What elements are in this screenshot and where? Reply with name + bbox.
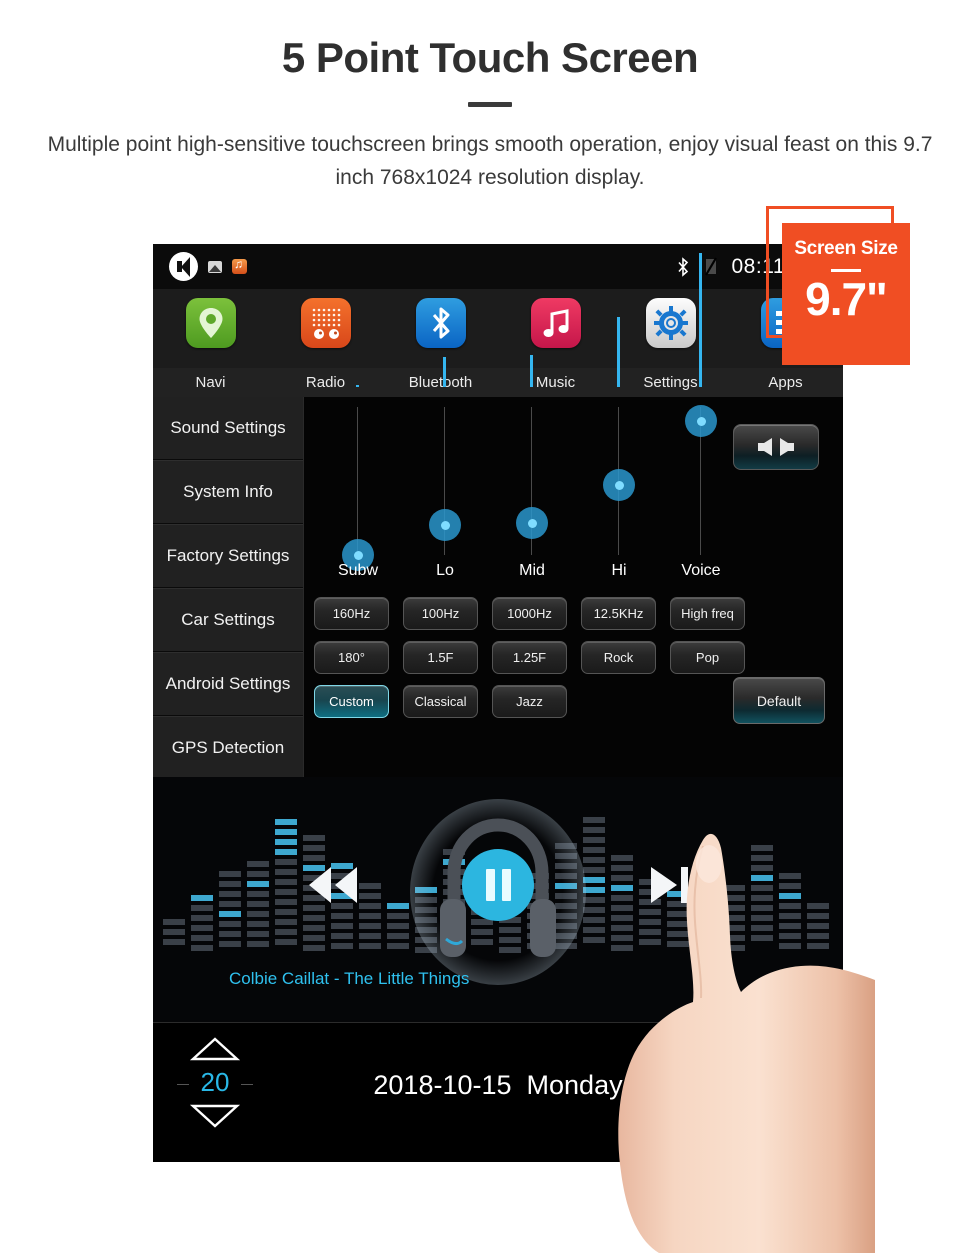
default-button[interactable]: Default <box>733 677 825 724</box>
settings-panel: Sound Settings System Info Factory Setti… <box>153 253 843 780</box>
equalizer-sliders: Subw Lo Mid Hi Voice <box>304 253 843 587</box>
screen-size-badge: Screen Size 9.7" <box>766 206 914 366</box>
pause-icon <box>501 869 511 901</box>
bluetooth-icon <box>677 256 688 277</box>
music-note-icon <box>530 298 581 348</box>
settings-sidebar: Sound Settings System Info Factory Setti… <box>153 397 304 780</box>
slider-track <box>357 407 358 555</box>
dock-label-settings: Settings <box>643 374 698 391</box>
speaker-icon[interactable] <box>169 252 198 281</box>
dock-label-apps: Apps <box>768 374 803 391</box>
pause-icon <box>485 869 495 901</box>
preset-180deg[interactable]: 180° <box>314 641 389 674</box>
date-display: 2018-10-15 Monday <box>153 1070 843 1101</box>
sidebar-item-sound-settings[interactable]: Sound Settings <box>153 397 303 460</box>
system-nav-buttons <box>761 1031 825 1144</box>
dock-label-music: Music <box>535 374 576 391</box>
slider-fill <box>530 355 533 387</box>
preset-row-2: 180° 1.5F 1.25F Rock Pop <box>314 641 833 674</box>
preset-1-5f[interactable]: 1.5F <box>403 641 478 674</box>
track-title: Colbie Caillat - The Little Things <box>229 969 470 988</box>
page-title: 5 Point Touch Screen <box>281 34 699 81</box>
slider-thumb[interactable] <box>516 507 548 539</box>
dock-item-radio[interactable] <box>268 289 383 348</box>
preset-row-1: 160Hz 100Hz 1000Hz 12.5KHz High freq <box>314 597 833 630</box>
sidebar-item-factory-settings[interactable]: Factory Settings <box>153 524 303 588</box>
badge-label: Screen Size <box>794 238 898 259</box>
play-pause-button[interactable] <box>462 849 534 921</box>
slider-fill <box>699 253 702 387</box>
slider-label-mid: Mid <box>519 562 545 579</box>
slider-thumb[interactable] <box>685 405 717 437</box>
bottom-bar: 20 2018-10-15 Monday <box>153 1022 843 1162</box>
preset-high-freq[interactable]: High freq <box>670 597 745 630</box>
nav-divider <box>762 1086 824 1087</box>
gear-icon <box>645 298 696 348</box>
status-bar: 08:11 <box>153 244 843 289</box>
dock-item-bluetooth[interactable] <box>383 289 498 348</box>
sidebar-item-gps-detection[interactable]: GPS Detection <box>153 716 303 780</box>
dock-item-navi[interactable] <box>153 289 268 348</box>
preset-classical[interactable]: Classical <box>403 685 478 718</box>
badge-body: Screen Size 9.7" <box>782 223 910 365</box>
preset-row-3: Custom Classical Jazz Default <box>314 677 833 724</box>
balance-speakers-icon <box>758 438 794 456</box>
dock-label-bluetooth: Bluetooth <box>408 374 473 391</box>
page-header: 5 Point Touch Screen Multiple point high… <box>0 0 980 194</box>
equalizer-pane: Subw Lo Mid Hi Voice 160Hz 100Hz 1000Hz … <box>304 253 843 777</box>
slider-fill <box>617 317 620 387</box>
preset-12-5khz[interactable]: 12.5KHz <box>581 597 656 630</box>
slider-thumb[interactable] <box>429 509 461 541</box>
home-circle-icon[interactable] <box>774 1031 812 1069</box>
back-triangle-icon[interactable] <box>774 1099 812 1139</box>
radio-icon <box>300 298 351 348</box>
music-app-icon[interactable] <box>232 257 247 274</box>
triangle-up-icon[interactable] <box>189 1035 241 1063</box>
slider-label-hi: Hi <box>611 562 627 579</box>
balance-button[interactable] <box>733 424 819 470</box>
car-head-unit-screen: 08:11 <box>153 244 843 1162</box>
bluetooth-icon <box>415 298 466 348</box>
equalizer-presets: 160Hz 100Hz 1000Hz 12.5KHz High freq 180… <box>314 597 833 729</box>
location-pin-icon <box>185 298 236 348</box>
slider-fill <box>356 385 359 387</box>
preset-pop[interactable]: Pop <box>670 641 745 674</box>
slider-label-lo: Lo <box>436 562 454 579</box>
previous-track-button[interactable] <box>305 863 361 907</box>
preset-1000hz[interactable]: 1000Hz <box>492 597 567 630</box>
slider-fill <box>443 357 446 387</box>
slider-label-voice: Voice <box>681 562 721 579</box>
sidebar-item-system-info[interactable]: System Info <box>153 460 303 524</box>
date-value: 2018-10-15 <box>373 1070 512 1100</box>
dock-label-navi: Navi <box>195 374 226 391</box>
badge-divider <box>831 269 861 272</box>
sidebar-item-car-settings[interactable]: Car Settings <box>153 588 303 652</box>
badge-value: 9.7" <box>805 273 888 325</box>
app-dock: Navi Radio Bluetooth Music Settings Apps <box>153 289 843 397</box>
preset-custom[interactable]: Custom <box>314 685 389 718</box>
dock-item-music[interactable] <box>498 289 613 348</box>
sidebar-item-android-settings[interactable]: Android Settings <box>153 652 303 716</box>
preset-rock[interactable]: Rock <box>581 641 656 674</box>
preset-1-25f[interactable]: 1.25F <box>492 641 567 674</box>
next-track-button[interactable] <box>647 863 703 907</box>
page-subtitle: Multiple point high-sensitive touchscree… <box>47 133 933 189</box>
dock-label-row: Navi Radio Bluetooth Music Settings Apps <box>153 368 843 397</box>
weekday-value: Monday <box>526 1070 623 1100</box>
no-signal-icon <box>704 257 717 276</box>
slider-thumb[interactable] <box>603 469 635 501</box>
photo-icon[interactable] <box>208 260 222 273</box>
title-divider <box>468 102 512 108</box>
dock-item-settings[interactable] <box>613 289 728 348</box>
triangle-down-icon[interactable] <box>189 1102 241 1130</box>
dock-label-radio: Radio <box>305 374 346 391</box>
music-player: Colbie Caillat - The Little Things <box>153 777 843 1022</box>
preset-160hz[interactable]: 160Hz <box>314 597 389 630</box>
preset-jazz[interactable]: Jazz <box>492 685 567 718</box>
slider-label-subw: Subw <box>337 562 379 579</box>
status-bar-left <box>153 252 247 281</box>
preset-100hz[interactable]: 100Hz <box>403 597 478 630</box>
